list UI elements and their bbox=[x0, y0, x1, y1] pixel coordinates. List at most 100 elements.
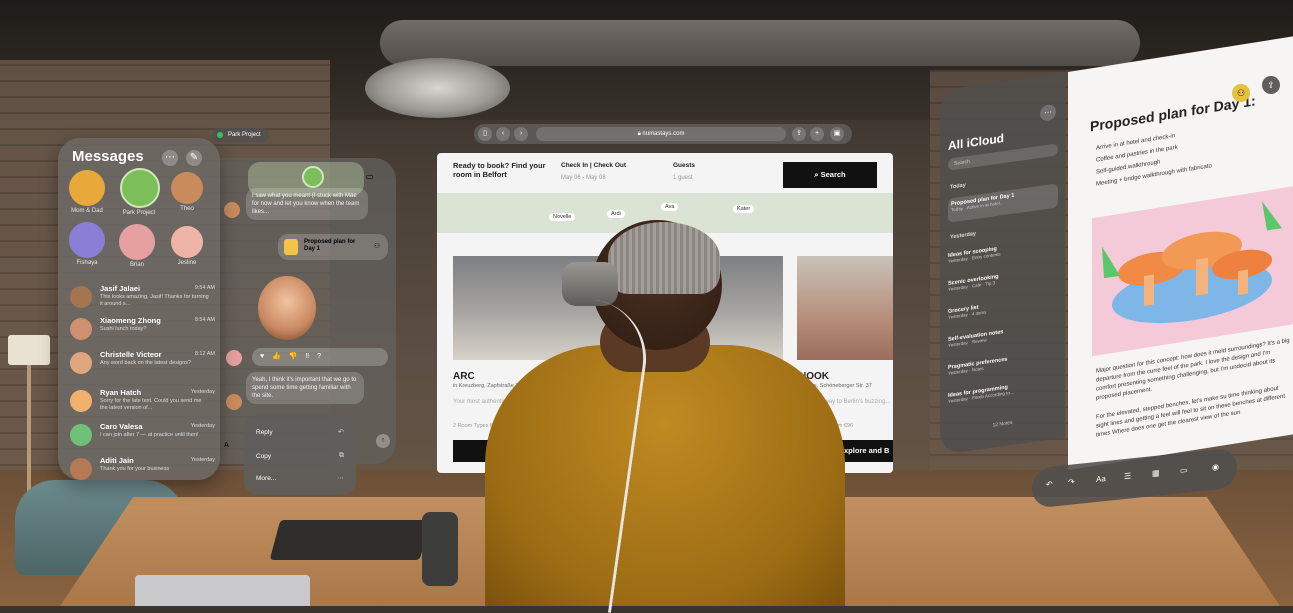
camera-icon[interactable]: ▭ bbox=[366, 172, 374, 181]
air-duct bbox=[380, 20, 1140, 66]
floor-lamp bbox=[8, 335, 50, 365]
guests-field[interactable]: 1 guest bbox=[673, 175, 693, 181]
attachment-card[interactable]: Proposed plan for Day 1 ⚇ bbox=[278, 234, 388, 260]
hotel-photo[interactable] bbox=[797, 256, 893, 360]
notes-folder-title: All iCloud bbox=[948, 131, 1004, 153]
table-icon[interactable]: ▦ bbox=[1152, 468, 1160, 478]
bench-sketch-icon bbox=[1102, 201, 1282, 324]
share-icon[interactable]: ⇪ bbox=[1262, 76, 1280, 94]
thread-title-pill[interactable]: Park Project bbox=[212, 128, 269, 142]
map-label[interactable]: Ardi bbox=[607, 210, 625, 218]
conversation-row[interactable]: Christelle Victeor 8:12 AM Any word back… bbox=[70, 350, 215, 380]
map-label[interactable]: Kater bbox=[733, 205, 755, 213]
message-bubble[interactable]: Yeah, I think it's important that we go … bbox=[246, 372, 364, 404]
conversation-row[interactable]: Jasif Jalaei 9:54 AM This looks amazing,… bbox=[70, 284, 215, 314]
more-icon[interactable]: ⋯ bbox=[162, 150, 178, 166]
avatar bbox=[70, 390, 92, 412]
safari-toolbar: ▯ ‹ › 🔒︎ numastays.com ⇪ + ▣ bbox=[474, 124, 852, 144]
checklist-icon[interactable]: ☰ bbox=[1124, 471, 1131, 481]
note-item[interactable]: Proposed plan for Day 1 Today · Active i… bbox=[948, 183, 1058, 223]
note-item[interactable]: Pragmatic preferences Yesterday · Notes bbox=[948, 349, 1058, 376]
conversation-row[interactable]: Xiaomeng Zhong 8:54 AM Sushi lunch today… bbox=[70, 316, 215, 346]
section-today: Today bbox=[950, 182, 966, 191]
tabs-icon[interactable]: ▣ bbox=[830, 127, 844, 141]
headset-band bbox=[608, 222, 720, 294]
bench-illustration bbox=[1092, 186, 1293, 357]
reply-icon: ↶ bbox=[338, 429, 344, 436]
contact-name: Theo bbox=[180, 206, 194, 212]
pinned-contact[interactable]: Jesline bbox=[168, 226, 206, 266]
forward-icon[interactable]: › bbox=[514, 127, 528, 141]
thread-title: Park Project bbox=[228, 132, 261, 138]
conversation-row[interactable]: Caro Valesa Yesterday I can join after 7… bbox=[70, 422, 215, 452]
share-icon[interactable]: ⇪ bbox=[792, 127, 806, 141]
note-item[interactable]: Ideas for programming Yesterday · Flexib… bbox=[948, 377, 1058, 403]
conversation-preview: Thank you for your business bbox=[100, 466, 170, 472]
messages-title: Messages bbox=[72, 148, 144, 165]
menu-item-reply[interactable]: Reply bbox=[256, 429, 273, 436]
conversation-row[interactable]: Ryan Hatch Yesterday Sorry for the late … bbox=[70, 388, 215, 418]
note-editor[interactable]: Proposed plan for Day 1: Arrive in at ho… bbox=[1068, 36, 1293, 471]
pinned-contact[interactable]: Theo bbox=[168, 172, 206, 212]
conversation-time: 8:12 AM bbox=[194, 351, 215, 357]
map-label[interactable]: Ava bbox=[661, 203, 679, 211]
sender-avatar bbox=[302, 166, 324, 188]
avatar bbox=[120, 168, 160, 208]
menu-item-copy[interactable]: Copy bbox=[256, 453, 271, 460]
conversation-name: Christelle Victeor bbox=[100, 350, 162, 359]
note-item[interactable]: Scenic overlooking Yesterday · Cafe · Ti… bbox=[948, 265, 1058, 292]
avatar bbox=[70, 286, 92, 308]
back-icon[interactable]: ‹ bbox=[496, 127, 510, 141]
conversation-preview: This looks amazing, Jasif! Thanks for tu… bbox=[100, 294, 209, 307]
note-item[interactable]: Self-evaluation notes Yesterday · Review bbox=[948, 321, 1058, 348]
pinned-contact[interactable]: Mom & Dad bbox=[68, 170, 106, 214]
online-dot-icon bbox=[217, 132, 223, 138]
conversation-time: Yesterday bbox=[190, 423, 215, 429]
pinned-contact[interactable]: Brian bbox=[118, 224, 156, 268]
compose-icon[interactable]: ✎ bbox=[186, 150, 202, 166]
conversation-row[interactable]: Aditi Jain Yesterday Thank you for your … bbox=[70, 456, 215, 486]
address-bar[interactable]: 🔒︎ numastays.com bbox=[536, 127, 786, 141]
conversation-name: Aditi Jain bbox=[100, 456, 134, 465]
conversation-name: Caro Valesa bbox=[100, 422, 143, 431]
avatar bbox=[226, 394, 242, 410]
checkin-label: Check In | Check Out bbox=[561, 162, 627, 169]
people-icon: ⚇ bbox=[373, 243, 380, 250]
pinned-contact[interactable]: Park Project bbox=[120, 168, 160, 216]
url-text: numastays.com bbox=[642, 131, 685, 137]
attachment-title: Proposed plan for Day 1 bbox=[304, 239, 356, 252]
hotel-name[interactable]: ARC bbox=[453, 371, 475, 382]
conversation-name: Xiaomeng Zhong bbox=[100, 316, 161, 325]
ceiling-vent bbox=[365, 58, 510, 118]
sidebar-icon[interactable]: ▯ bbox=[478, 127, 492, 141]
pinned-contact[interactable]: Fishaya bbox=[68, 222, 106, 266]
tapback-bar[interactable]: ♥👍👎‼? bbox=[252, 348, 388, 366]
conversation-time: 8:54 AM bbox=[194, 317, 215, 323]
redo-icon[interactable]: ↷ bbox=[1068, 477, 1075, 487]
markup-icon[interactable]: ◉ bbox=[1212, 462, 1219, 472]
search-button[interactable]: ⌕ Search bbox=[783, 162, 877, 188]
format-text-icon[interactable]: Aa bbox=[1096, 474, 1106, 484]
more-icon[interactable]: ⋯ bbox=[1040, 103, 1056, 122]
attachment-icon[interactable]: ▭ bbox=[1180, 465, 1188, 475]
avatar bbox=[70, 424, 92, 446]
checkin-field[interactable]: May 06 - May 08 bbox=[561, 175, 606, 181]
message-bubble[interactable]: I saw what you meant (I stuck with Mae f… bbox=[246, 188, 368, 220]
menu-item-more[interactable]: More... bbox=[256, 475, 276, 482]
avatar bbox=[171, 172, 203, 204]
map-label[interactable]: Novelle bbox=[549, 213, 576, 221]
undo-icon[interactable]: ↶ bbox=[1046, 480, 1053, 490]
avatar bbox=[70, 318, 92, 340]
tablet bbox=[269, 520, 431, 560]
new-tab-icon[interactable]: + bbox=[810, 127, 824, 141]
note-item[interactable]: Grocery list Yesterday · 4 items bbox=[948, 293, 1058, 320]
copy-icon: ⧉ bbox=[339, 452, 344, 459]
send-icon[interactable]: ↑ bbox=[376, 434, 390, 448]
collaborate-icon[interactable]: ⚇ bbox=[1232, 84, 1250, 102]
conversation-name: Ryan Hatch bbox=[100, 388, 142, 397]
conversation-preview: Sorry for the late text. Could you send … bbox=[100, 398, 202, 411]
note-icon bbox=[284, 239, 298, 255]
avatar bbox=[224, 202, 240, 218]
apps-icon[interactable]: A bbox=[224, 442, 229, 449]
note-item[interactable]: Ideas for scooping Yesterday · Entry con… bbox=[948, 237, 1058, 264]
